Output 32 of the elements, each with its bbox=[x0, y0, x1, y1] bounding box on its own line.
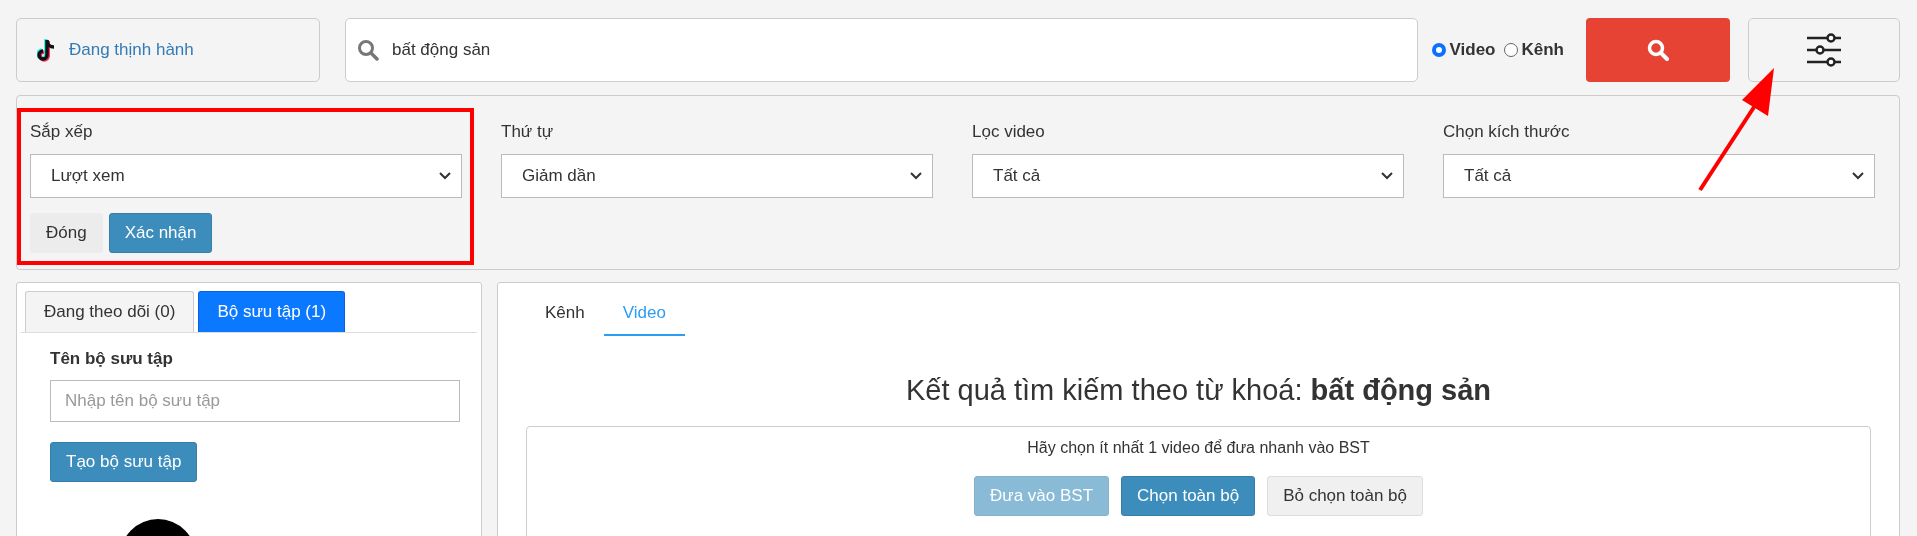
collection-name-label: Tên bộ sưu tập bbox=[50, 349, 174, 369]
chevron-down-icon bbox=[1381, 172, 1393, 180]
search-field[interactable]: bất động sản bbox=[345, 18, 1418, 82]
sliders-icon bbox=[1806, 33, 1842, 67]
filter-select[interactable]: Tất cả bbox=[972, 154, 1404, 198]
chevron-down-icon bbox=[439, 172, 451, 180]
create-collection-button[interactable]: Tạo bộ sưu tập bbox=[50, 442, 198, 482]
search-icon bbox=[1647, 39, 1669, 61]
trending-link[interactable]: Đang thịnh hành bbox=[16, 18, 320, 82]
filter-settings-button[interactable] bbox=[1748, 18, 1900, 82]
filter-select[interactable]: Giảm dần bbox=[501, 154, 933, 198]
selection-hint: Hãy chọn ít nhất 1 video để đưa nhanh vào BST bbox=[1026, 439, 1371, 457]
results-heading: Kết quả tìm kiếm theo từ khoá: bất động sản bbox=[904, 374, 1493, 407]
collection-name-field[interactable]: Nhập tên bộ sưu tập bbox=[50, 380, 460, 422]
filter-action-button[interactable]: Xác nhận bbox=[108, 213, 213, 253]
search-icon bbox=[357, 39, 379, 61]
selection-action-button[interactable]: Bỏ chọn toàn bộ bbox=[1267, 476, 1423, 516]
filter-label: Chọn kích thước bbox=[1443, 122, 1571, 142]
results-tab[interactable]: Kênh bbox=[526, 293, 604, 336]
filter-action-button[interactable]: Đóng bbox=[30, 213, 103, 253]
filter-label: Lọc video bbox=[972, 122, 1046, 142]
selection-action-button[interactable]: Chọn toàn bộ bbox=[1121, 476, 1256, 516]
sidebar-tab[interactable]: Đang theo dõi (0) bbox=[25, 291, 195, 332]
filter-label: Thứ tự bbox=[501, 122, 555, 142]
chevron-down-icon bbox=[910, 172, 922, 180]
filter-select[interactable]: Tất cả bbox=[1443, 154, 1875, 198]
sidebar-tab[interactable]: Bộ sưu tập (1) bbox=[198, 291, 346, 332]
filter-select[interactable]: Lượt xem bbox=[30, 154, 462, 198]
chevron-down-icon bbox=[1852, 172, 1864, 180]
search-type-radio[interactable]: Video bbox=[1431, 40, 1496, 60]
search-type-radio[interactable]: Kênh bbox=[1503, 40, 1564, 60]
filter-label: Sắp xếp bbox=[30, 122, 94, 142]
